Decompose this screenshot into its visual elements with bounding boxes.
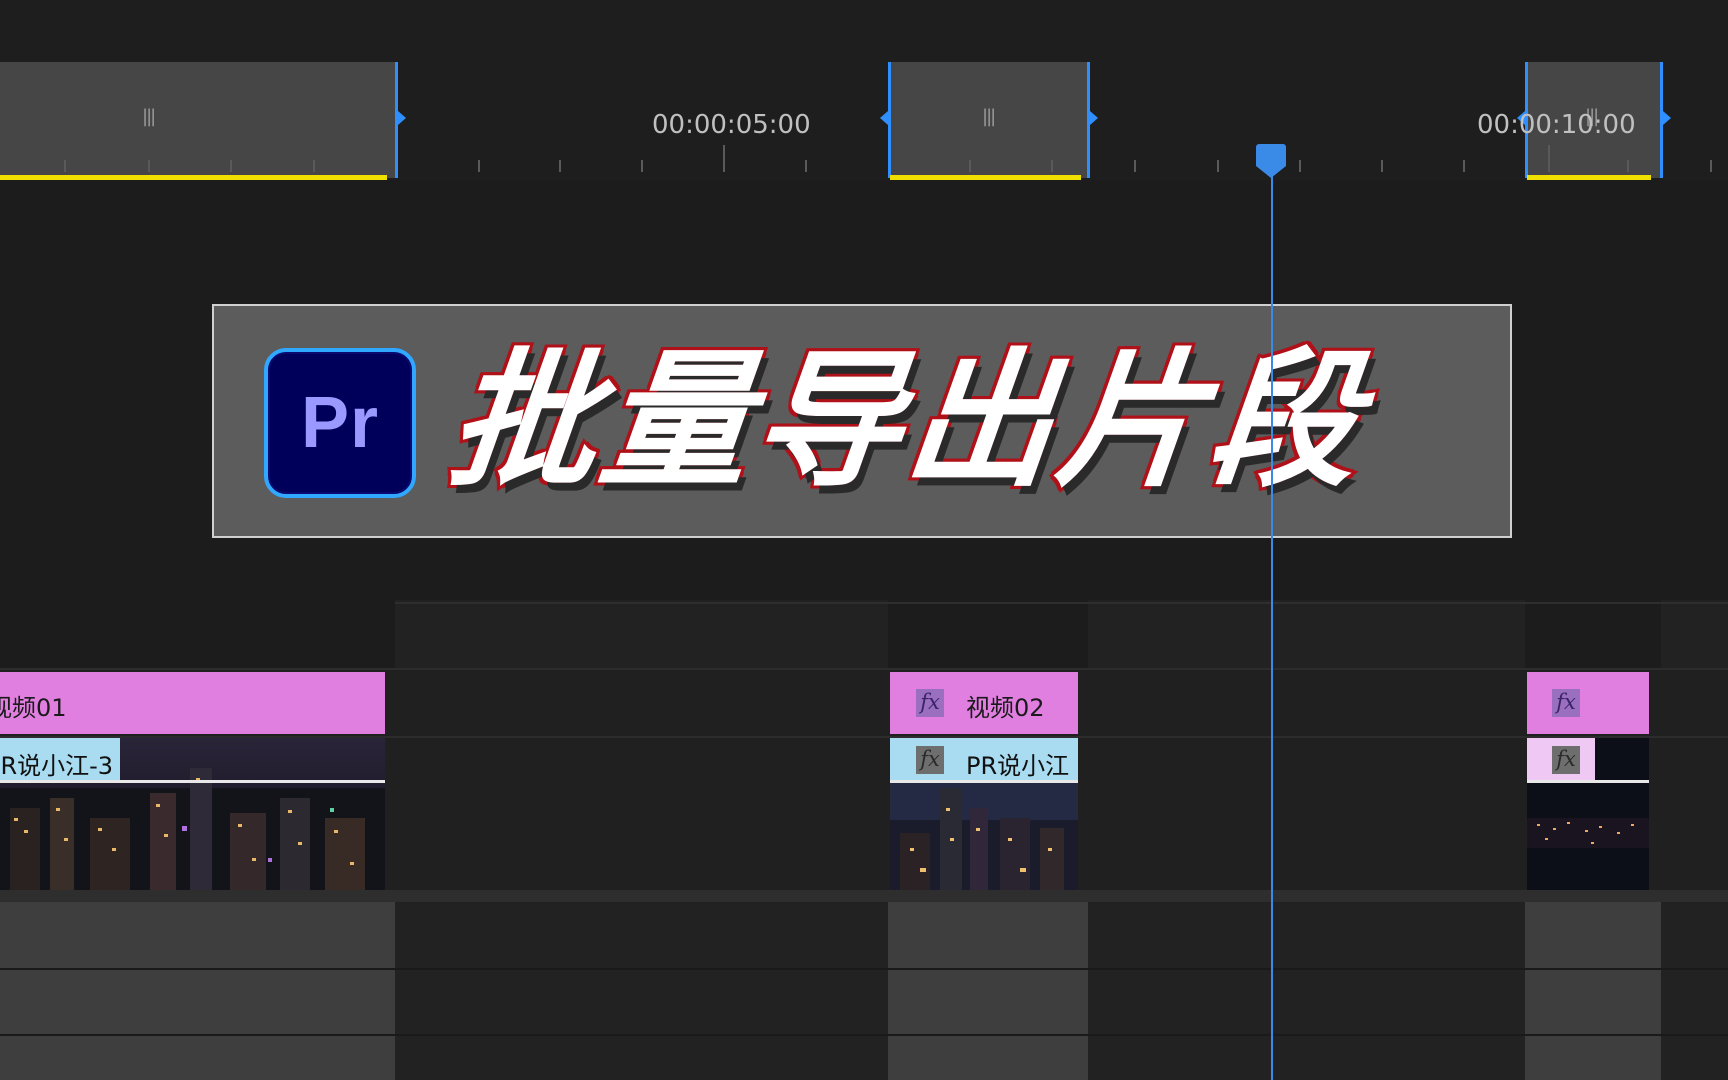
clip-divider	[1527, 780, 1649, 783]
track-column	[395, 600, 888, 672]
in-out-zone-1[interactable]: |||	[0, 62, 396, 178]
time-ruler[interactable]: ||| ||| ||| 00:00:05:00 00:00:10:00	[0, 0, 1728, 180]
audio-clip-1[interactable]: PR说小江-3	[0, 738, 385, 890]
audio-clip-2[interactable]: fx PR说小江	[890, 738, 1078, 890]
track-separator	[0, 1034, 1728, 1036]
track-fill	[395, 902, 888, 1080]
track-fill	[0, 902, 395, 1080]
clip-divider	[890, 780, 1078, 783]
ruler-tick	[1134, 160, 1136, 172]
fx-badge-icon[interactable]: fx	[916, 746, 944, 774]
out-marker-arrow-2	[1090, 111, 1098, 125]
video-clip-3[interactable]: fx	[1527, 672, 1649, 734]
track-column	[1088, 600, 1525, 672]
playhead-handle[interactable]	[1256, 144, 1286, 166]
track-separator	[395, 602, 1728, 604]
track-fill	[1525, 902, 1661, 1080]
video-clip-2[interactable]: fx 视频02	[890, 672, 1078, 734]
out-marker-arrow-3	[1663, 111, 1671, 125]
ruler-tick	[1299, 160, 1301, 172]
timecode-label: 00:00:05:00	[652, 110, 811, 140]
track-fill	[888, 902, 1088, 1080]
fx-badge-icon[interactable]: fx	[1552, 746, 1580, 774]
track-fill	[1088, 902, 1525, 1080]
track-separator	[0, 968, 1728, 970]
video-clip-1[interactable]: 视频01	[0, 672, 385, 734]
in-out-zone-2[interactable]: |||	[890, 62, 1088, 178]
fx-badge-icon[interactable]: fx	[916, 689, 944, 717]
ruler-tick	[1381, 160, 1383, 172]
playhead-line[interactable]	[1271, 160, 1273, 1080]
zone-grip-icon[interactable]: |||	[142, 106, 156, 127]
ruler-tick	[805, 160, 807, 172]
ruler-tick	[1627, 160, 1629, 172]
track-fill	[1661, 902, 1728, 1080]
zone-grip-icon[interactable]: |||	[982, 106, 996, 127]
ruler-tick-major	[723, 145, 725, 172]
logo-text: Pr	[300, 383, 380, 463]
ruler-tick-major	[1548, 145, 1550, 172]
ruler-tick	[148, 160, 150, 172]
ruler-tick	[969, 160, 971, 172]
ruler-tick	[559, 160, 561, 172]
premiere-pro-logo-icon: Pr	[264, 348, 416, 498]
clip-label: PR说小江	[966, 752, 1070, 780]
fx-badge-icon[interactable]: fx	[1552, 689, 1580, 717]
audio-clip-3[interactable]: fx	[1527, 738, 1649, 890]
clip-label: PR说小江-3	[0, 752, 114, 780]
track-column	[1661, 600, 1728, 672]
ruler-tick	[313, 160, 315, 172]
playhead-tip-icon[interactable]	[1256, 166, 1286, 178]
title-banner: Pr 批量导出片段	[212, 304, 1512, 538]
out-marker-arrow-1	[398, 111, 406, 125]
banner-title: 批量导出片段	[438, 332, 1374, 510]
timecode-label: 00:00:10:00	[1477, 110, 1636, 140]
ruler-tick	[1463, 160, 1465, 172]
ruler-tick	[478, 160, 480, 172]
clip-label: 视频02	[966, 694, 1045, 722]
ruler-tick	[641, 160, 643, 172]
ruler-tick	[1217, 160, 1219, 172]
ruler-tick	[230, 160, 232, 172]
clip-divider	[0, 780, 385, 783]
in-marker-2[interactable]	[888, 62, 891, 178]
ruler-tick	[1710, 160, 1712, 172]
ruler-tick	[1051, 160, 1053, 172]
ruler-tick	[64, 160, 66, 172]
track-divider-thick	[0, 890, 1728, 902]
in-marker-arrow-2	[880, 111, 888, 125]
clip-label: 视频01	[0, 694, 67, 722]
